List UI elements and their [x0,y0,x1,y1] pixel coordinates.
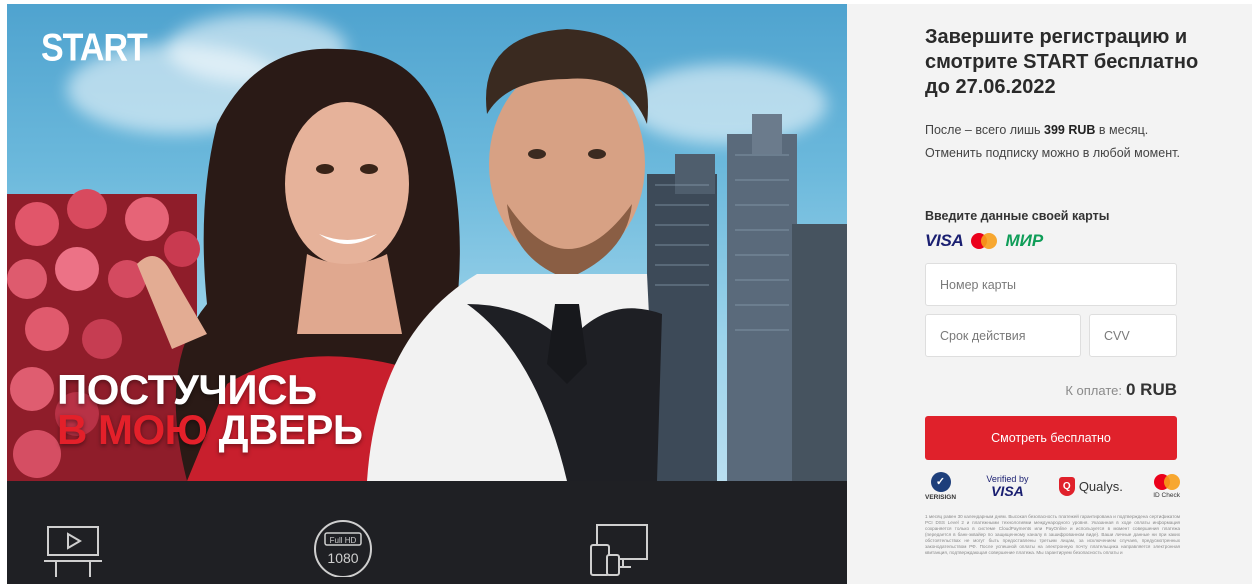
payment-logos: VISA МИР [925,231,1043,251]
qualys-badge: Q Qualys. [1058,476,1123,496]
show-title-line2: В МОЮ ДВЕРЬ [57,409,363,451]
resolution-label: 1080 [327,550,358,566]
devices-icon [590,524,648,576]
vbv-bottom-label: VISA [991,483,1024,499]
idcheck-label: ID Check [1153,491,1180,499]
subscription-description: После – всего лишь 399 RUB в месяц. Отме… [925,119,1190,165]
total-amount: К оплате: 0 RUB [1047,380,1177,400]
cinema-screen-icon [44,526,102,577]
registration-title: Завершите регистрацию и смотрите START б… [925,26,1199,98]
registration-panel: Завершите регистрацию и смотрите START б… [847,4,1252,584]
total-label: К оплате: [1065,383,1122,398]
show-title: ПОСТУЧИСЬ В МОЮ ДВЕРЬ [57,369,363,451]
qualys-shield-icon: Q [1058,476,1075,496]
verified-by-visa-badge: Verified by VISA [986,474,1028,498]
card-number-input[interactable] [925,263,1177,306]
full-hd-label: Full HD [330,536,357,545]
mir-logo: МИР [1005,231,1044,250]
visa-logo: VISA [925,231,964,250]
start-logo[interactable]: START [41,26,148,71]
mastercard-idcheck-badge: ID Check [1153,473,1180,499]
desc-before: После – всего лишь [925,123,1045,137]
legal-notice: 1 месяц равен 30 календарным дням. Высок… [925,514,1180,555]
qualys-label: Qualys. [1078,478,1123,494]
card-section-label: Введите данные своей карты [925,209,1110,223]
watch-free-button[interactable]: Смотреть бесплатно [925,416,1177,460]
cvv-input[interactable] [1089,314,1177,357]
show-title-accent: В МОЮ [57,406,208,453]
full-hd-icon: Full HD 1080 [314,520,372,577]
security-badges: ✓ VERISIGN Verified by VISA Q Qualys. ID… [925,470,1180,502]
monthly-price: 399 RUB [1044,123,1096,137]
promo-area: START ПОСТУЧИСЬ В МОЮ ДВЕРЬ Full HD 1080 [7,4,847,584]
mastercard-logo [971,233,998,249]
total-value: 0 RUB [1125,380,1177,399]
show-title-rest: ДВЕРЬ [218,406,363,453]
expiry-input[interactable] [925,314,1081,357]
verisign-badge: ✓ VERISIGN [925,471,957,501]
verisign-label: VERISIGN [925,493,957,501]
verisign-check-icon: ✓ [930,471,951,492]
show-poster: START ПОСТУЧИСЬ В МОЮ ДВЕРЬ [7,4,847,481]
features-strip: Full HD 1080 [7,481,847,584]
mastercard-icon [1153,473,1180,490]
